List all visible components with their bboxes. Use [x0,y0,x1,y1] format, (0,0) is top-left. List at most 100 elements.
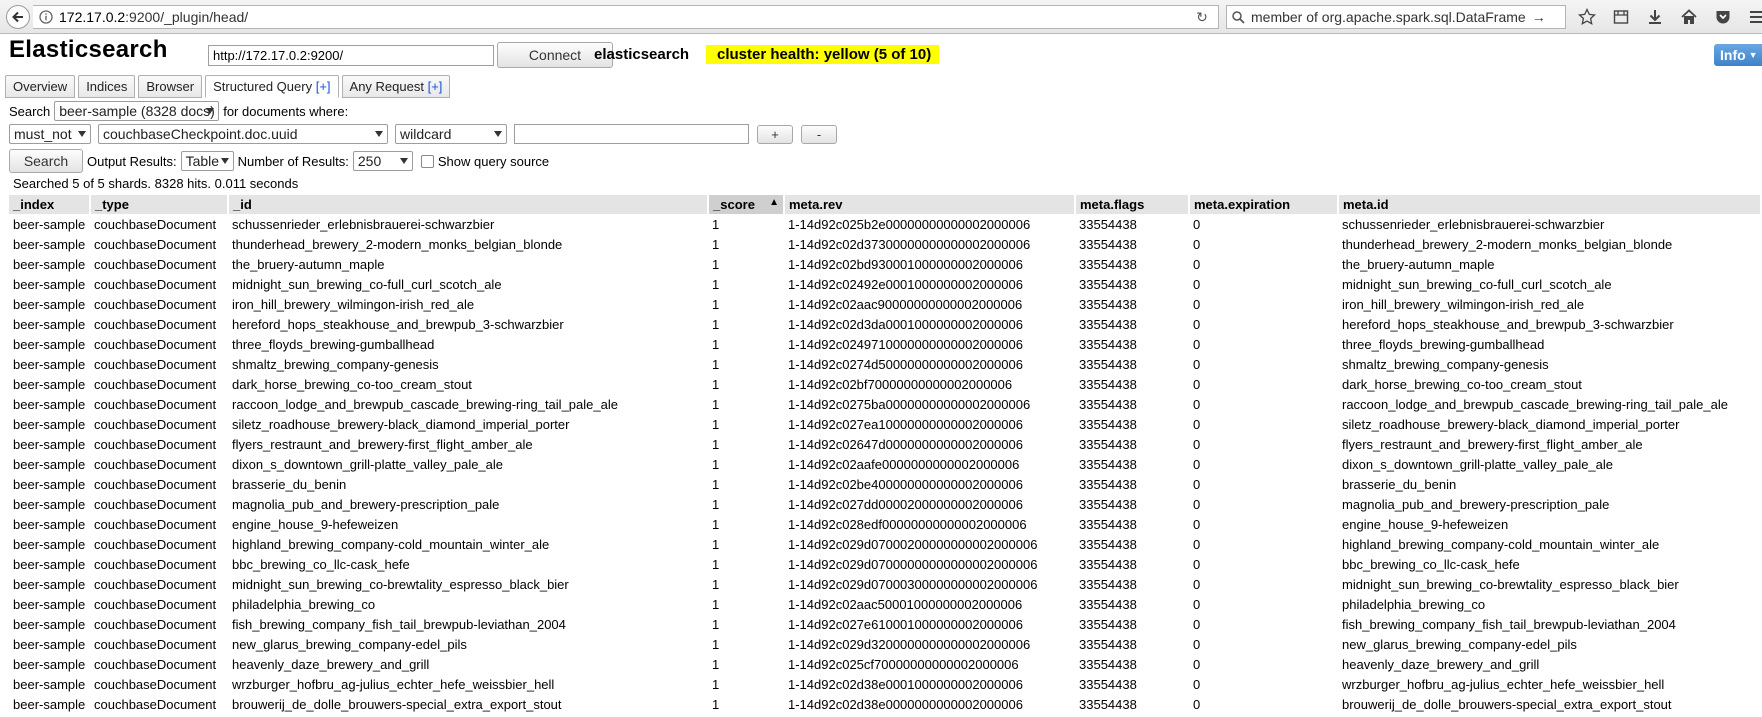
tab-any-request-add[interactable]: [+] [428,79,443,94]
table-cell: 0 [1193,576,1201,592]
table-row[interactable]: beer-sample couchbaseDocument thunderhead_… [9,234,1761,254]
table-cell: 33554438 [1079,676,1137,692]
address-bar[interactable]: 172.17.0.2:9200/_plugin/head/ ↻ [33,5,1219,29]
table-cell: beer-sample [13,456,86,472]
table-row[interactable]: beer-sample couchbaseDocument brasserie_du… [9,474,1761,494]
table-cell: 1 [712,516,720,532]
add-clause-button[interactable]: + [757,124,793,144]
table-row[interactable]: beer-sample couchbaseDocument highland_bre… [9,534,1761,554]
table-cell: beer-sample [13,436,86,452]
column-header[interactable]: _id [228,195,709,214]
tab-browser[interactable]: Browser [138,75,203,98]
table-row[interactable]: beer-sample couchbaseDocument engine_house… [9,514,1761,534]
table-cell: raccoon_lodge_and_brewpub_cascade_brewin… [232,396,618,412]
table-row[interactable]: beer-sample couchbaseDocument fish_brewing… [9,614,1761,634]
home-icon[interactable] [1678,7,1700,27]
table-cell: 33554438 [1079,496,1137,512]
tab-any-request[interactable]: Any Request [+] [341,75,451,98]
table-cell: siletz_roadhouse_brewery-black_diamond_i… [1342,416,1680,432]
table-cell: 1-14d92c0274d50000000000002000006 [788,356,1023,372]
table-cell: 1-14d92c0275ba00000000000002000006 [788,396,1031,412]
table-cell: 1-14d92c02bd930001000000002000006 [788,256,1023,272]
page-info-icon[interactable] [33,10,59,24]
back-button[interactable] [6,5,30,29]
field-select[interactable]: couchbaseCheckpoint.doc.uuid [98,124,388,144]
table-cell: 33554438 [1079,456,1137,472]
table-cell: wrzburger_hofbru_ag-julius_echter_hefe_w… [1342,676,1665,692]
table-cell: 1 [712,416,720,432]
tab-structured-query-add[interactable]: [+] [316,79,331,94]
table-row[interactable]: beer-sample couchbaseDocument dixon_s_down… [9,454,1761,474]
show-query-source-checkbox[interactable] [420,154,434,168]
info-menu-button[interactable]: Info ▼ [1714,44,1762,66]
column-header[interactable]: meta.expiration [1189,195,1339,214]
table-row[interactable]: beer-sample couchbaseDocument hereford_hop… [9,314,1761,334]
table-row[interactable]: beer-sample couchbaseDocument shmaltz_brew… [9,354,1761,374]
table-row[interactable]: beer-sample couchbaseDocument flyers_restr… [9,434,1761,454]
table-cell: couchbaseDocument [94,556,217,572]
table-cell: 1-14d92c029d3200000000000002000006 [788,636,1031,652]
search-button[interactable]: Search [9,149,83,173]
table-cell: 1-14d92c02492e0001000000002000006 [788,276,1023,292]
query-type-select[interactable]: wildcard [395,124,507,144]
remove-clause-button[interactable]: - [801,124,837,144]
tab-indices[interactable]: Indices [78,75,136,98]
table-cell: beer-sample [13,236,86,252]
table-cell: 1 [712,276,720,292]
reading-list-icon[interactable] [1610,7,1632,27]
table-row[interactable]: beer-sample couchbaseDocument raccoon_lodg… [9,394,1761,414]
bookmark-star-icon[interactable] [1576,7,1598,27]
table-row[interactable]: beer-sample couchbaseDocument three_floyds… [9,334,1761,354]
browser-search-input[interactable]: member of org.apache.spark.sql.DataFrame… [1226,5,1566,29]
bool-operator-select[interactable]: must_not [9,124,91,144]
output-format-select[interactable]: Table [180,151,234,171]
table-cell: wrzburger_hofbru_ag-julius_echter_hefe_w… [232,676,555,692]
download-icon[interactable] [1644,7,1666,27]
table-cell: 1 [712,376,720,392]
table-row[interactable]: beer-sample couchbaseDocument schussenried… [9,214,1761,234]
table-cell: beer-sample [13,376,86,392]
pocket-icon[interactable] [1712,7,1734,27]
table-row[interactable]: beer-sample couchbaseDocument wrzburger_ho… [9,674,1761,694]
table-cell: engine_house_9-hefeweizen [232,516,399,532]
table-row[interactable]: beer-sample couchbaseDocument iron_hill_br… [9,294,1761,314]
table-cell: 1-14d92c028edf00000000000002000006 [788,516,1027,532]
menu-hamburger-icon[interactable] [1746,7,1762,27]
table-cell: couchbaseDocument [94,336,217,352]
table-cell: 1 [712,256,720,272]
table-cell: 1 [712,476,720,492]
url-host: 172.17.0.2 [59,9,126,25]
column-header[interactable]: meta.id [1338,195,1762,214]
table-row[interactable]: beer-sample couchbaseDocument heavenly_daz… [9,654,1761,674]
table-row[interactable]: beer-sample couchbaseDocument new_glarus_b… [9,634,1761,654]
result-count-select[interactable]: 250 [352,151,413,171]
table-row[interactable]: beer-sample couchbaseDocument siletz_roadh… [9,414,1761,434]
table-cell: beer-sample [13,296,86,312]
table-cell: 33554438 [1079,436,1137,452]
table-cell: 33554438 [1079,516,1137,532]
table-row[interactable]: beer-sample couchbaseDocument brouwerij_de… [9,694,1761,714]
column-header[interactable]: _index [9,195,91,214]
table-row[interactable]: beer-sample couchbaseDocument bbc_brewing_… [9,554,1761,574]
table-row[interactable]: beer-sample couchbaseDocument philadelphia… [9,594,1761,614]
column-header[interactable]: _type [90,195,229,214]
connection-url-input[interactable] [208,45,494,66]
tab-overview[interactable]: Overview [5,75,76,98]
query-term-input[interactable] [514,124,749,144]
table-cell: 1-14d92c02d37300000000000002000006 [788,236,1031,252]
table-row[interactable]: beer-sample couchbaseDocument dark_horse_b… [9,374,1761,394]
column-header-sorted[interactable]: _score ▲ [708,195,785,214]
index-select[interactable]: beer-sample (8328 docs) [54,101,220,121]
table-cell: 1-14d92c027ea10000000000002000006 [788,416,1023,432]
table-row[interactable]: beer-sample couchbaseDocument midnight_sun… [9,574,1761,594]
table-row[interactable]: beer-sample couchbaseDocument the_bruery-a… [9,254,1761,274]
table-row[interactable]: beer-sample couchbaseDocument magnolia_pub… [9,494,1761,514]
column-header[interactable]: meta.rev [784,195,1076,214]
reload-icon[interactable]: ↻ [1194,9,1210,25]
tab-structured-query[interactable]: Structured Query [+] [205,75,339,98]
table-row[interactable]: beer-sample couchbaseDocument midnight_sun… [9,274,1761,294]
column-header[interactable]: meta.flags [1075,195,1190,214]
table-cell: dark_horse_brewing_co-too_cream_stout [1342,376,1582,392]
search-go-icon[interactable]: → [1532,9,1546,25]
table-cell: 0 [1193,516,1201,532]
